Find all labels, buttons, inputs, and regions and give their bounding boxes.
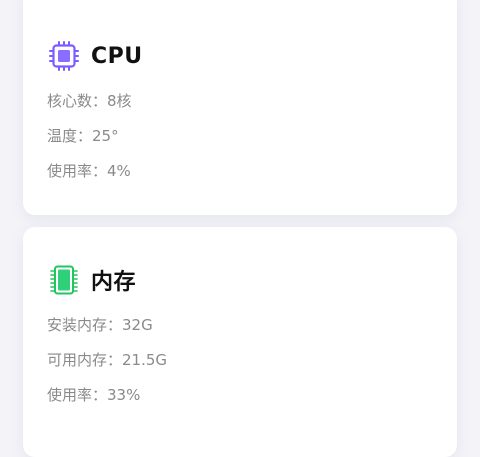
memory-usage: 使用率：33% [47,386,141,404]
memory-installed: 安装内存：32G [47,316,153,334]
cpu-usage: 使用率：4% [47,162,131,180]
cpu-temperature: 温度：25° [47,127,119,145]
cpu-cores: 核心数：8核 [47,92,132,110]
cpu-chip-icon [47,39,81,73]
cpu-card-header: CPU [47,39,433,73]
cpu-stats: 核心数：8核 温度：25° 使用率：4% [47,83,433,188]
memory-title: 内存 [91,270,137,295]
memory-module-icon [47,263,81,297]
memory-card: 内存 安装内存：32G 可用内存：21.5G 使用率：33% [23,227,457,457]
memory-card-header: 内存 [47,263,433,297]
memory-available: 可用内存：21.5G [47,351,168,369]
memory-stats: 安装内存：32G 可用内存：21.5G 使用率：33% [47,307,433,412]
cpu-title: CPU [91,43,143,69]
cpu-card: CPU 核心数：8核 温度：25° 使用率：4% [23,0,457,215]
